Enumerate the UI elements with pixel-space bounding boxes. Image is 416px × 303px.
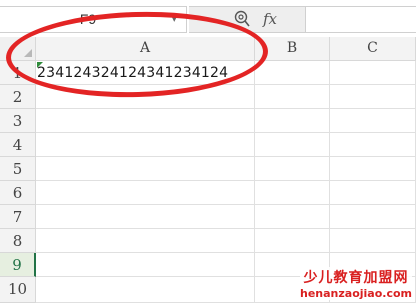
cell-b6[interactable] xyxy=(255,181,330,205)
cell-b2[interactable] xyxy=(255,85,330,109)
cell-a4[interactable] xyxy=(36,133,255,157)
cell-c4[interactable] xyxy=(330,133,416,157)
cell-b1[interactable] xyxy=(255,61,330,85)
row-header-3[interactable]: 3 xyxy=(0,109,36,133)
cell-c1[interactable] xyxy=(330,61,416,85)
column-header-c[interactable]: C xyxy=(330,37,416,61)
cell-c7[interactable] xyxy=(330,205,416,229)
row-header-2[interactable]: 2 xyxy=(0,85,36,109)
cell-c6[interactable] xyxy=(330,181,416,205)
watermark-url: henanzaojiao.com xyxy=(300,287,412,300)
cell-a7[interactable] xyxy=(36,205,255,229)
cell-c3[interactable] xyxy=(330,109,416,133)
watermark: 少儿教育加盟网 henanzaojiao.com xyxy=(300,267,412,300)
cell-a3[interactable] xyxy=(36,109,255,133)
function-icon[interactable]: fx xyxy=(263,7,277,32)
watermark-title: 少儿教育加盟网 xyxy=(303,270,409,286)
cell-b8[interactable] xyxy=(255,229,330,253)
cell-c2[interactable] xyxy=(330,85,416,109)
row-header-9[interactable]: 9 xyxy=(0,253,36,277)
row-header-6[interactable]: 6 xyxy=(0,181,36,205)
cell-a10[interactable] xyxy=(36,277,255,303)
cell-a5[interactable] xyxy=(36,157,255,181)
cell-b5[interactable] xyxy=(255,157,330,181)
cell-a8[interactable] xyxy=(36,229,255,253)
row-header-7[interactable]: 7 xyxy=(0,205,36,229)
row-header-5[interactable]: 5 xyxy=(0,157,36,181)
cell-b4[interactable] xyxy=(255,133,330,157)
row-header-4[interactable]: 4 xyxy=(0,133,36,157)
cell-c8[interactable] xyxy=(330,229,416,253)
cell-a6[interactable] xyxy=(36,181,255,205)
cell-c5[interactable] xyxy=(330,157,416,181)
cell-b3[interactable] xyxy=(255,109,330,133)
row-header-10[interactable]: 10 xyxy=(0,277,36,303)
cell-b7[interactable] xyxy=(255,205,330,229)
row-header-8[interactable]: 8 xyxy=(0,229,36,253)
cell-a9[interactable] xyxy=(36,253,255,277)
formula-input[interactable] xyxy=(305,6,416,33)
